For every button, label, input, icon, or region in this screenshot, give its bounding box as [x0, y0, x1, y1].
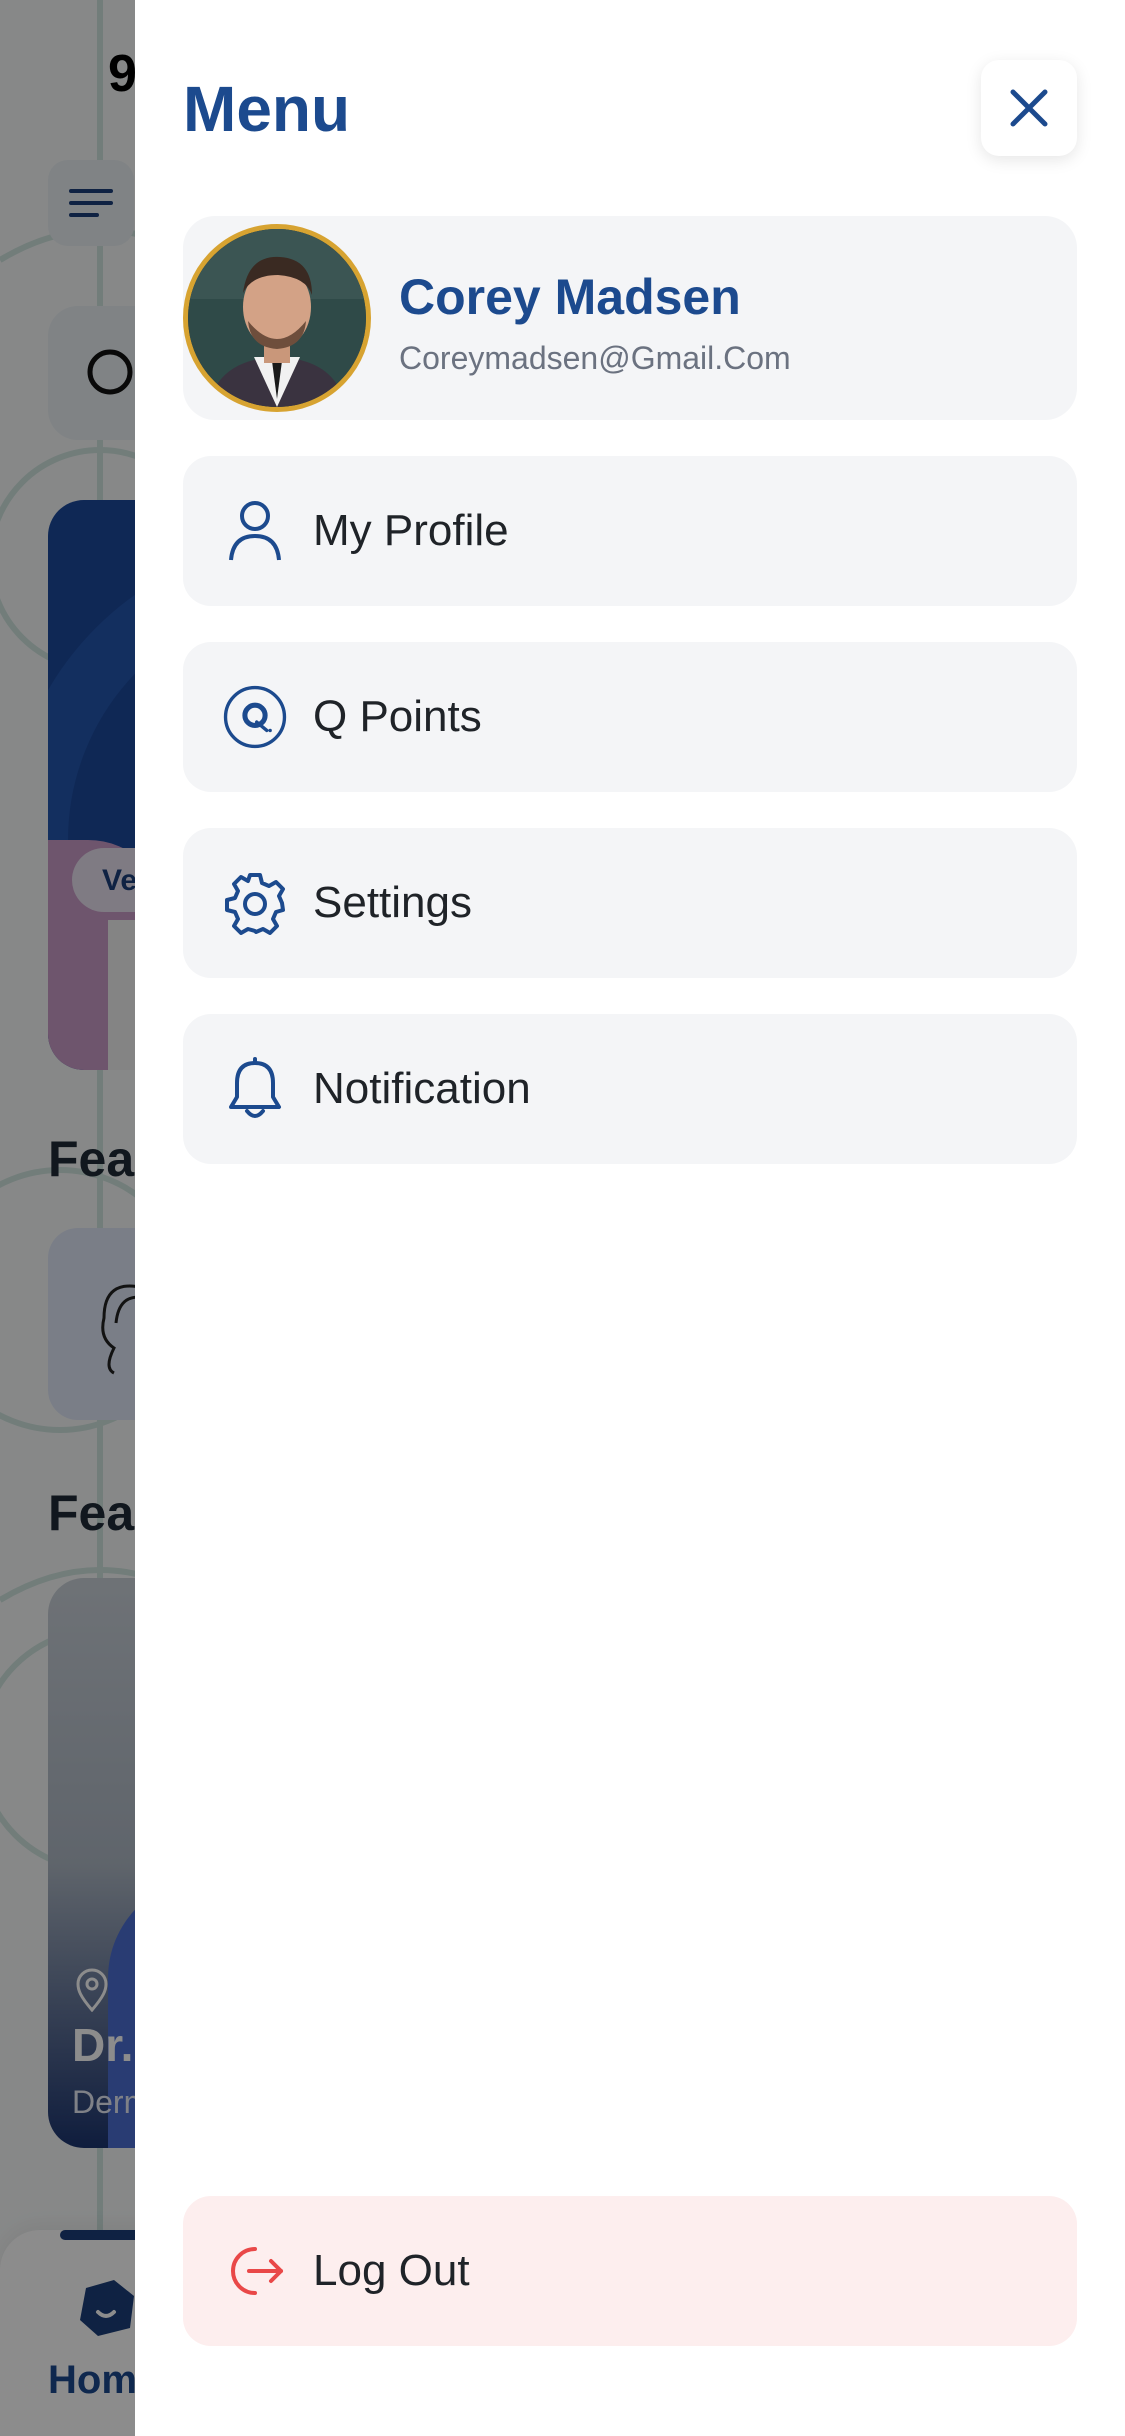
menu-item-label: My Profile	[313, 506, 509, 555]
gear-icon	[223, 871, 287, 935]
menu-item-my-profile[interactable]: My Profile	[183, 456, 1077, 606]
bell-icon	[223, 1057, 287, 1121]
menu-item-label: Settings	[313, 878, 472, 927]
user-name: Corey Madsen	[399, 269, 741, 325]
drawer-title: Menu	[183, 73, 351, 145]
close-icon	[1010, 89, 1048, 127]
avatar	[183, 224, 371, 412]
logout-icon	[223, 2239, 287, 2303]
logout-button[interactable]: Log Out	[183, 2196, 1077, 2346]
logout-label: Log Out	[313, 2246, 470, 2295]
close-button[interactable]	[981, 60, 1077, 156]
person-icon	[223, 499, 287, 563]
menu-item-settings[interactable]: Settings	[183, 828, 1077, 978]
user-email: Coreymadsen@Gmail.Com	[399, 340, 791, 376]
user-profile-card[interactable]: Corey Madsen Coreymadsen@Gmail.Com	[183, 216, 1077, 420]
menu-drawer: Menu Corey Madsen Coreymadsen@Gmail.Com	[135, 0, 1125, 2436]
q-points-icon	[223, 685, 287, 749]
menu-item-label: Q Points	[313, 692, 482, 741]
menu-item-q-points[interactable]: Q Points	[183, 642, 1077, 792]
avatar-photo	[188, 229, 366, 407]
menu-item-notification[interactable]: Notification	[183, 1014, 1077, 1164]
menu-item-label: Notification	[313, 1064, 531, 1113]
